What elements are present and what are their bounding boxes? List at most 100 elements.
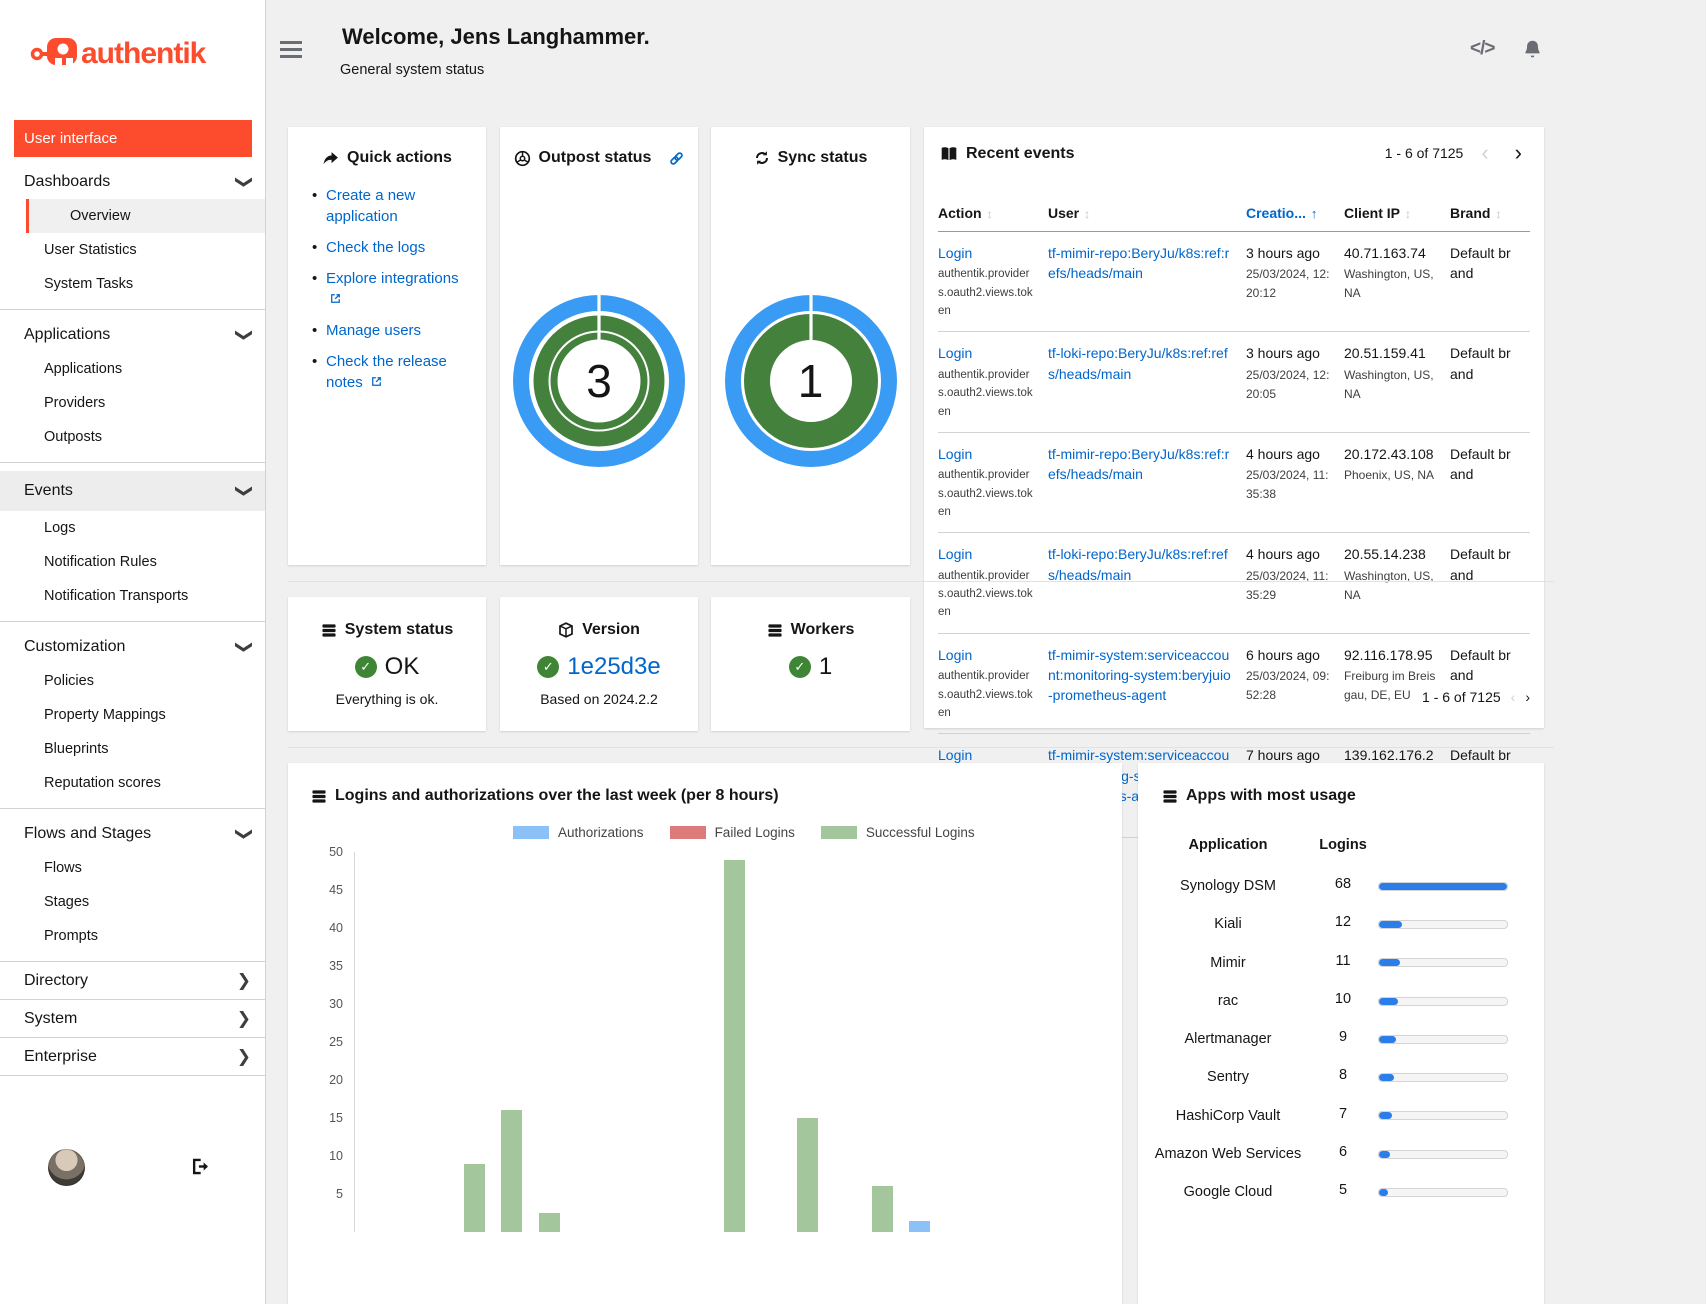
user-avatar[interactable]: [48, 1149, 85, 1186]
nav-section-customization[interactable]: Customization ❯: [0, 630, 265, 664]
nav-section-label: Customization: [24, 630, 125, 664]
sidebar-item-providers[interactable]: Providers: [0, 386, 265, 420]
chevron-down-icon: ❯: [227, 328, 261, 342]
nav-section-label: Applications: [24, 318, 110, 352]
sidebar-item-notification-rules[interactable]: Notification Rules: [0, 545, 265, 579]
divider: [288, 581, 1554, 582]
event-action-link[interactable]: Login: [938, 245, 972, 261]
event-user-link[interactable]: tf-loki-repo:BeryJu/k8s:ref:refs/heads/m…: [1048, 546, 1228, 582]
system-status-value: OK: [385, 653, 420, 681]
notifications-bell-icon[interactable]: [1522, 38, 1543, 60]
table-row-cell-action: Loginauthentik.providers.oauth2.views.to…: [938, 332, 1048, 432]
sidebar-item-user-statistics[interactable]: User Statistics: [0, 233, 265, 267]
chevron-down-icon: ❯: [227, 827, 261, 841]
event-action-link[interactable]: Login: [938, 446, 972, 462]
chart-bar: [539, 1213, 560, 1232]
nav-section-enterprise[interactable]: Enterprise ❯: [0, 1038, 265, 1076]
nav-section-directory[interactable]: Directory ❯: [0, 962, 265, 1000]
table-row-cell-creation: 4 hours ago25/03/2024, 11:35:38: [1246, 433, 1344, 533]
sidebar-item-stages[interactable]: Stages: [0, 885, 265, 919]
column-header-creation[interactable]: Creatio...↑: [1246, 195, 1344, 232]
quick-actions-list: Create a new application Check the logs …: [288, 185, 486, 393]
pagination-next-icon[interactable]: ›: [1525, 689, 1530, 705]
usage-bar: [1378, 1097, 1524, 1135]
column-header-client-ip[interactable]: Client IP↕: [1344, 195, 1450, 232]
logout-icon[interactable]: [190, 1157, 209, 1176]
link-icon[interactable]: [669, 151, 684, 166]
pagination-prev-icon[interactable]: ‹: [1511, 689, 1516, 705]
sync-status-header: Sync status: [711, 149, 910, 167]
create-application-link[interactable]: Create a new application: [326, 187, 415, 225]
workers-header: Workers: [711, 621, 910, 639]
app-logins: 12: [1308, 905, 1378, 943]
chevron-right-icon: ❯: [237, 1000, 251, 1037]
version-link[interactable]: 1e25d3e: [567, 653, 660, 681]
column-header-application: Application: [1148, 829, 1308, 867]
sidebar-item-flows[interactable]: Flows: [0, 851, 265, 885]
event-action-link[interactable]: Login: [938, 647, 972, 663]
check-logs-link[interactable]: Check the logs: [326, 239, 425, 256]
manage-users-link[interactable]: Manage users: [326, 322, 421, 339]
chart-bar: [797, 1118, 818, 1232]
nav-section-system[interactable]: System ❯: [0, 1000, 265, 1038]
sidebar-nav: Dashboards ❯ Overview User Statistics Sy…: [0, 165, 265, 1076]
usage-bar: [1378, 1135, 1524, 1173]
event-user-link[interactable]: tf-mimir-repo:BeryJu/k8s:ref:refs/heads/…: [1048, 245, 1229, 281]
table-row-cell-ip: 20.55.14.238Washington, US, NA: [1344, 533, 1450, 633]
chevron-right-icon: ❯: [237, 962, 251, 999]
nav-section-applications[interactable]: Applications ❯: [0, 318, 265, 352]
column-header-brand[interactable]: Brand↕: [1450, 195, 1530, 232]
app-logins: 68: [1308, 867, 1378, 905]
nav-section-label: System: [24, 1000, 77, 1037]
authentik-admin-dashboard: authentik User interface Dashboards ❯ Ov…: [0, 0, 1706, 1304]
event-action-link[interactable]: Login: [938, 747, 972, 763]
apps-usage-table: Application Logins Synology DSM 68 Kiali…: [1148, 829, 1534, 1212]
pagination-prev-icon[interactable]: ‹: [1473, 146, 1496, 160]
sidebar-item-outposts[interactable]: Outposts: [0, 420, 265, 454]
event-action-link[interactable]: Login: [938, 345, 972, 361]
column-header-user[interactable]: User↕: [1048, 195, 1246, 232]
api-code-icon[interactable]: </>: [1470, 38, 1494, 60]
event-action-link[interactable]: Login: [938, 546, 972, 562]
sidebar-item-policies[interactable]: Policies: [0, 664, 265, 698]
sidebar-item-overview[interactable]: Overview: [26, 199, 265, 233]
sort-icon: ↕: [1405, 207, 1411, 221]
quick-actions-title: Quick actions: [347, 149, 452, 167]
nav-section-events[interactable]: Events ❯: [0, 471, 265, 511]
divider: [0, 462, 265, 463]
usage-bar: [1378, 905, 1524, 943]
chart-bar: [724, 860, 745, 1232]
sidebar-item-logs[interactable]: Logs: [0, 511, 265, 545]
sidebar-item-reputation-scores[interactable]: Reputation scores: [0, 766, 265, 800]
apps-usage-card: Apps with most usage Application Logins …: [1138, 763, 1544, 1304]
recent-events-table: Action↕ User↕ Creatio...↑ Client IP↕ Bra…: [938, 195, 1530, 838]
sidebar-item-notification-transports[interactable]: Notification Transports: [0, 579, 265, 613]
app-name: Kiali: [1148, 905, 1308, 943]
event-user-link[interactable]: tf-loki-repo:BeryJu/k8s:ref:refs/heads/m…: [1048, 345, 1228, 381]
refresh-icon: [754, 150, 770, 166]
version-title: Version: [582, 621, 640, 639]
column-header-action[interactable]: Action↕: [938, 195, 1048, 232]
user-interface-button[interactable]: User interface: [14, 120, 252, 157]
sidebar-item-prompts[interactable]: Prompts: [0, 919, 265, 953]
outpost-icon: [514, 150, 531, 167]
chart-bar: [464, 1164, 485, 1232]
sidebar-item-applications[interactable]: Applications: [0, 352, 265, 386]
nav-section-dashboards[interactable]: Dashboards ❯: [0, 165, 265, 199]
table-row-cell-creation: 4 hours ago25/03/2024, 11:35:29: [1246, 533, 1344, 633]
nav-section-label: Enterprise: [24, 1038, 97, 1075]
app-name: Sentry: [1148, 1058, 1308, 1096]
event-user-link[interactable]: tf-mimir-system:serviceaccount:monitorin…: [1048, 647, 1231, 704]
event-user-link[interactable]: tf-mimir-repo:BeryJu/k8s:ref:refs/heads/…: [1048, 446, 1229, 482]
menu-icon[interactable]: [280, 41, 302, 62]
sidebar-item-blueprints[interactable]: Blueprints: [0, 732, 265, 766]
system-status-header: System status: [288, 621, 486, 639]
release-notes-link[interactable]: Check the release notes: [326, 353, 447, 391]
sidebar-item-property-mappings[interactable]: Property Mappings: [0, 698, 265, 732]
nav-section-flows-and-stages[interactable]: Flows and Stages ❯: [0, 817, 265, 851]
explore-integrations-link[interactable]: Explore integrations: [326, 270, 459, 287]
sidebar-item-system-tasks[interactable]: System Tasks: [0, 267, 265, 301]
app-name: Alertmanager: [1148, 1020, 1308, 1058]
table-row-cell-ip: 20.51.159.41Washington, US, NA: [1344, 332, 1450, 432]
pagination-next-icon[interactable]: ›: [1507, 146, 1530, 160]
